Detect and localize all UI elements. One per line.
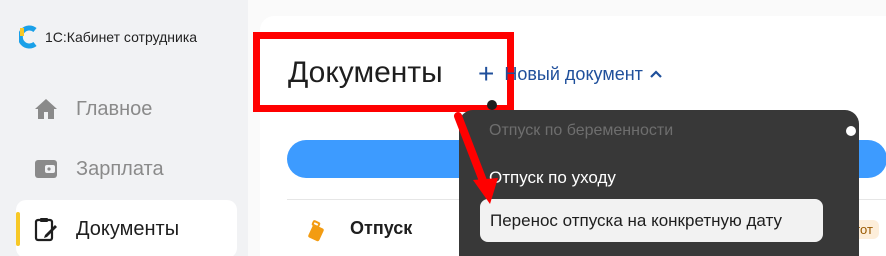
dropdown-item-maternity-leave[interactable]: Отпуск по беременности <box>489 122 673 140</box>
dropdown-item-vacation-transfer[interactable]: Перенос отпуска на конкретную дату <box>480 199 823 242</box>
clipboard-edit-icon <box>32 215 60 243</box>
new-document-button[interactable]: + Новый документ <box>478 60 663 88</box>
plus-icon: + <box>478 58 495 89</box>
sidebar-item-label: Зарплата <box>76 157 164 180</box>
sidebar-item-label: Документы <box>76 217 180 240</box>
list-item-label[interactable]: Отпуск <box>350 218 412 239</box>
wallet-icon <box>32 155 60 183</box>
chevron-up-icon <box>649 67 663 81</box>
sidebar-item-salary[interactable]: Зарплата <box>16 140 237 198</box>
sidebar-item-documents[interactable]: Документы <box>16 200 237 256</box>
vacation-icon <box>303 218 329 244</box>
brand[interactable]: 1С:Кабинет сотрудника <box>17 24 198 50</box>
brand-logo-icon <box>17 24 39 50</box>
new-document-label: Новый документ <box>504 63 643 84</box>
brand-name: 1С:Кабинет сотрудника <box>45 29 198 45</box>
annotation-highlight-box <box>253 32 514 112</box>
sidebar-item-label: Главное <box>76 97 153 120</box>
annotation-arrow-icon <box>454 112 498 204</box>
sidebar-item-main[interactable]: Главное <box>16 80 237 138</box>
sidebar: 1С:Кабинет сотрудника Главное Зарплата Д… <box>0 0 248 256</box>
scrollbar-thumb[interactable] <box>846 126 856 136</box>
home-icon <box>32 95 60 123</box>
